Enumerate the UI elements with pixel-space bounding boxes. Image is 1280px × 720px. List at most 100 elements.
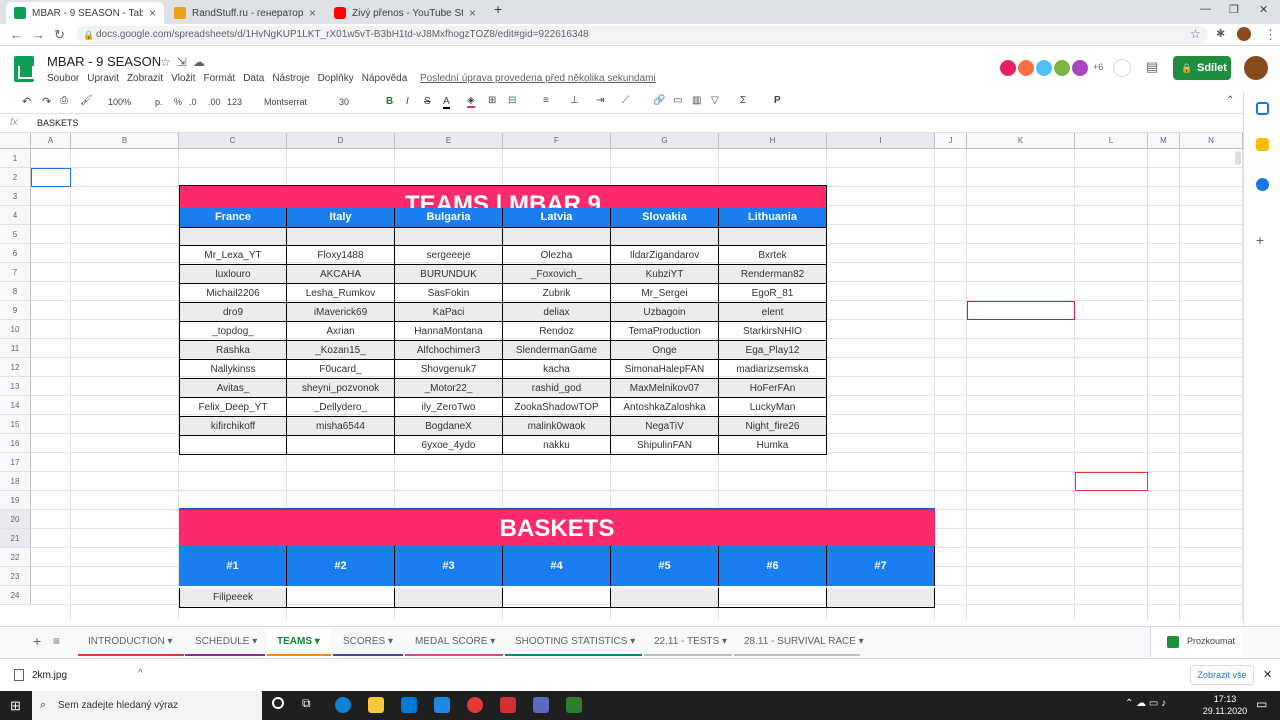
percent-format-button[interactable]: % bbox=[174, 97, 182, 107]
player-cell[interactable]: EgoR_81 bbox=[719, 284, 827, 303]
basket-cell[interactable] bbox=[503, 588, 611, 608]
task-view-icon[interactable]: ⧉ bbox=[302, 696, 311, 711]
new-tab-icon[interactable]: + bbox=[494, 1, 502, 17]
basket-cell[interactable]: Filipeeek bbox=[179, 588, 287, 608]
window-close-icon[interactable]: ✕ bbox=[1259, 3, 1268, 16]
link-icon[interactable]: 🔗 bbox=[653, 95, 665, 106]
player-cell[interactable]: LuckyMan bbox=[719, 398, 827, 417]
share-button[interactable]: Sdílet bbox=[1173, 56, 1231, 80]
keep-icon[interactable] bbox=[1256, 138, 1269, 151]
office-icon[interactable] bbox=[500, 697, 516, 713]
row-header[interactable]: 5 bbox=[0, 225, 31, 244]
menu-format[interactable]: Formát bbox=[204, 73, 236, 84]
column-header[interactable]: E bbox=[395, 133, 503, 149]
player-cell[interactable]: Avitas_ bbox=[179, 379, 287, 398]
player-cell[interactable]: Uzbagoin bbox=[611, 303, 719, 322]
player-cell[interactable]: _Motor22_ bbox=[395, 379, 503, 398]
more-formats-select[interactable]: 123 bbox=[227, 97, 242, 107]
country-header[interactable]: France bbox=[179, 208, 287, 227]
avatar[interactable] bbox=[1016, 58, 1036, 78]
star-icon[interactable]: ☆ bbox=[160, 55, 177, 69]
merge-cells-icon[interactable]: ⊟ bbox=[508, 95, 516, 106]
extensions-icon[interactable]: ✱ bbox=[1216, 27, 1225, 40]
row-header[interactable]: 3 bbox=[0, 187, 31, 206]
player-cell[interactable]: F0ucard_ bbox=[287, 360, 395, 379]
player-cell[interactable]: Shovgenuk7 bbox=[395, 360, 503, 379]
present-icon[interactable] bbox=[1113, 59, 1131, 77]
player-cell[interactable]: SasFokin bbox=[395, 284, 503, 303]
player-cell[interactable]: Bxrtek bbox=[719, 246, 827, 265]
sheets-logo-icon[interactable] bbox=[14, 56, 34, 82]
filter-icon[interactable]: ▽ bbox=[711, 95, 719, 106]
player-cell[interactable]: Rashka bbox=[179, 341, 287, 360]
forward-icon[interactable]: → bbox=[32, 27, 45, 42]
sheet-tab[interactable]: TEAMS ▾ bbox=[267, 627, 331, 658]
menu-nastroje[interactable]: Nástroje bbox=[272, 73, 309, 84]
column-header[interactable]: H bbox=[719, 133, 827, 149]
column-header[interactable]: K bbox=[967, 133, 1075, 149]
close-downloads-icon[interactable]: ✕ bbox=[1263, 668, 1272, 681]
player-cell[interactable]: luxlouro bbox=[179, 265, 287, 284]
decrease-decimals-button[interactable]: .0 bbox=[189, 97, 197, 107]
app-icon[interactable] bbox=[533, 697, 549, 713]
menu-vlozit[interactable]: Vložit bbox=[171, 73, 195, 84]
chevron-down-icon[interactable]: ▾ bbox=[385, 636, 393, 647]
player-cell[interactable]: _topdog_ bbox=[179, 322, 287, 341]
sheet-tab[interactable]: SCORES ▾ bbox=[333, 627, 403, 658]
column-header[interactable]: A bbox=[31, 133, 71, 149]
column-header[interactable]: B bbox=[71, 133, 179, 149]
taskbar-search-input[interactable]: ⌕ Sem zadejte hledaný výraz bbox=[32, 691, 262, 720]
comments-icon[interactable]: ▤ bbox=[1146, 59, 1158, 75]
avatar[interactable] bbox=[1052, 58, 1072, 78]
basket-header[interactable]: #3 bbox=[395, 546, 503, 586]
align-icon[interactable]: ≡ bbox=[543, 95, 549, 106]
menu-data[interactable]: Data bbox=[243, 73, 264, 84]
sheet-tab[interactable]: INTRODUCTION ▾ bbox=[78, 627, 184, 658]
player-cell[interactable]: 6yxoe_4ydo bbox=[395, 436, 503, 455]
row-header[interactable]: 17 bbox=[0, 453, 31, 472]
player-cell[interactable]: ily_ZeroTwo bbox=[395, 398, 503, 417]
all-sheets-icon[interactable]: ≡ bbox=[53, 634, 60, 648]
comment-icon[interactable]: ▭ bbox=[673, 95, 682, 106]
player-cell[interactable]: Mr_Lexa_YT bbox=[179, 246, 287, 265]
move-folder-icon[interactable]: ⇲ bbox=[177, 55, 193, 69]
player-cell[interactable]: Humka bbox=[719, 436, 827, 455]
close-tab-icon[interactable]: × bbox=[149, 6, 156, 20]
player-cell[interactable]: Mr_Sergei bbox=[611, 284, 719, 303]
row-header[interactable]: 15 bbox=[0, 415, 31, 434]
player-cell[interactable] bbox=[611, 227, 719, 246]
column-header[interactable]: D bbox=[287, 133, 395, 149]
sheet-tab[interactable]: 28.11 - SURVIVAL RACE ▾ bbox=[734, 627, 864, 658]
chevron-down-icon[interactable]: ▾ bbox=[165, 636, 172, 647]
font-select[interactable]: Montserrat bbox=[264, 97, 307, 107]
profile-avatar[interactable] bbox=[1237, 27, 1251, 41]
player-cell[interactable] bbox=[179, 227, 287, 246]
column-header[interactable]: G bbox=[611, 133, 719, 149]
player-cell[interactable]: BURUNDUK bbox=[395, 265, 503, 284]
player-cell[interactable]: Renderman82 bbox=[719, 265, 827, 284]
country-header[interactable]: Latvia bbox=[503, 208, 611, 227]
player-cell[interactable] bbox=[287, 227, 395, 246]
player-cell[interactable]: elent bbox=[719, 303, 827, 322]
chevron-down-icon[interactable]: ▾ bbox=[719, 636, 727, 647]
column-header[interactable]: F bbox=[503, 133, 611, 149]
player-cell[interactable]: NegaTiV bbox=[611, 417, 719, 436]
player-cell[interactable]: _Kozan15_ bbox=[287, 341, 395, 360]
row-header[interactable]: 4 bbox=[0, 206, 31, 225]
player-cell[interactable]: misha6544 bbox=[287, 417, 395, 436]
sheet-tab[interactable]: MEDAL SCORE ▾ bbox=[405, 627, 503, 658]
chevron-down-icon[interactable]: ▾ bbox=[856, 636, 864, 647]
player-cell[interactable]: HoFerFAn bbox=[719, 379, 827, 398]
currency-format-button[interactable]: p. bbox=[155, 97, 163, 107]
basket-cell[interactable] bbox=[395, 588, 503, 608]
column-header[interactable]: J bbox=[935, 133, 967, 149]
calendar-icon[interactable] bbox=[1256, 102, 1269, 115]
browser-tab-randstuff[interactable]: RandStuff.ru - генератор случай × bbox=[166, 2, 324, 24]
close-tab-icon[interactable]: × bbox=[309, 6, 316, 20]
italic-button[interactable]: I bbox=[406, 96, 409, 107]
tasks-icon[interactable] bbox=[1256, 178, 1269, 191]
player-cell[interactable]: Floxy1488 bbox=[287, 246, 395, 265]
download-filename[interactable]: 2km.jpg bbox=[32, 670, 67, 681]
column-header[interactable]: L bbox=[1075, 133, 1148, 149]
sheet-tab[interactable]: 22.11 - TESTS ▾ bbox=[644, 627, 732, 658]
